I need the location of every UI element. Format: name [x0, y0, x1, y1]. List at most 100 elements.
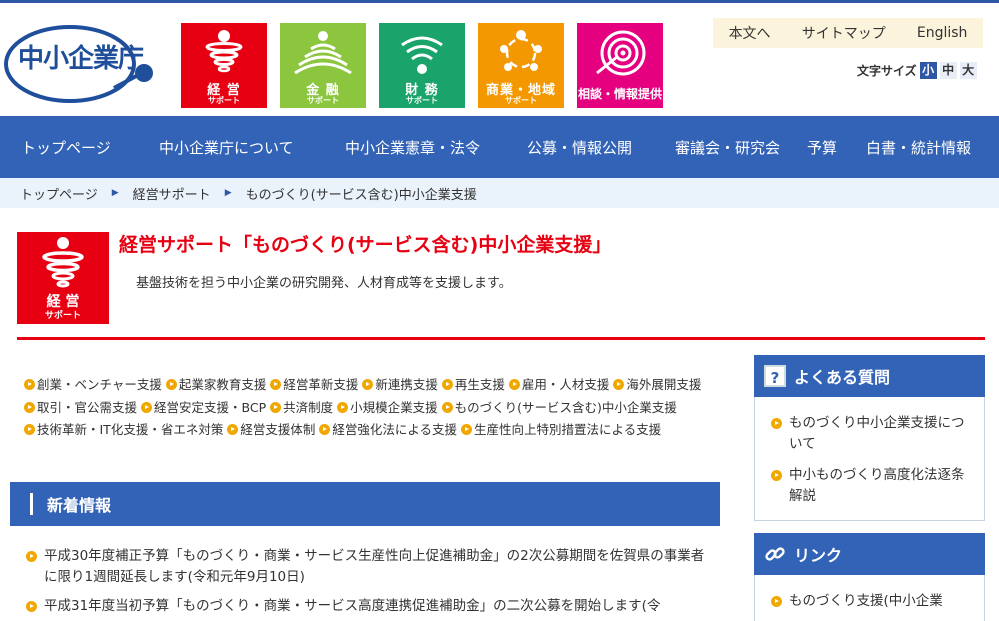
news-heading-text: 新着情報: [47, 496, 112, 515]
news-item[interactable]: 平成31年度当初予算「ものづくり・商業・サービス高度連携促進補助金」の二次公募を…: [24, 596, 714, 617]
page-icon-sub: サポート: [45, 309, 81, 321]
topic-link[interactable]: 小規模企業支援: [337, 400, 438, 415]
site-logo[interactable]: 中小企業庁: [4, 24, 154, 106]
faq-heading-text: よくある質問: [794, 368, 891, 387]
title-divider: [17, 337, 985, 340]
news-item[interactable]: 平成30年度補正予算「ものづくり・商業・サービス生産性向上促進補助金」の2次公募…: [24, 546, 714, 588]
topic-link[interactable]: 経営強化法による支援: [319, 422, 457, 437]
logo-text: 中小企業庁: [18, 44, 144, 74]
breadcrumb-item-keiei[interactable]: 経営サポート: [133, 184, 211, 203]
category-tile-keiei[interactable]: 経 営 サポート: [181, 23, 267, 108]
topic-link[interactable]: 生産性向上特別措置法による支援: [460, 422, 661, 437]
topic-link[interactable]: 起業家教育支援: [165, 377, 266, 392]
breadcrumb: トップページ ▶ 経営サポート ▶ ものづくり(サービス含む)中小企業支援: [0, 178, 999, 208]
arrow-bullet-icon: [24, 424, 35, 435]
skip-to-content-link[interactable]: 本文へ: [729, 23, 771, 43]
nav-item-budget[interactable]: 予算: [807, 137, 837, 158]
breadcrumb-separator-icon: ▶: [224, 188, 232, 198]
breadcrumb-separator-icon: ▶: [111, 188, 119, 198]
links-heading: リンク: [754, 533, 985, 575]
links-heading-text: リンク: [794, 546, 843, 565]
topic-link[interactable]: 経営革新支援: [270, 377, 358, 392]
global-nav: トップページ 中小企業庁について 中小企業憲章・法令 公募・情報公開 審議会・研…: [0, 116, 999, 178]
arrow-bullet-icon: [141, 401, 152, 413]
news-list: 平成30年度補正予算「ものづくり・商業・サービス生産性向上促進補助金」の2次公募…: [24, 546, 714, 621]
nav-item-charter[interactable]: 中小企業憲章・法令: [345, 137, 480, 158]
arrow-bullet-icon: [771, 596, 782, 607]
breadcrumb-item-top[interactable]: トップページ: [20, 184, 98, 203]
english-link[interactable]: English: [917, 25, 968, 41]
page-description: 基盤技術を担う中小企業の研究開発、人材育成等を支援します。: [136, 276, 512, 291]
topic-links: 創業・ベンチャー支援 起業家教育支援 経営革新支援 新連携支援 再生支援 雇用・…: [24, 374, 710, 442]
arrow-bullet-icon: [771, 418, 782, 429]
arrow-bullet-icon: [508, 379, 520, 390]
topic-link[interactable]: 経営支援体制: [227, 422, 315, 437]
topic-link[interactable]: 新連携支援: [362, 377, 438, 392]
font-size-switcher: 文字サイズ 小 中 大: [857, 62, 977, 79]
sitemap-link[interactable]: サイトマップ: [802, 23, 886, 43]
category-tile-zaimu[interactable]: 財 務 サポート: [379, 23, 465, 108]
topic-link[interactable]: 共済制度: [270, 400, 333, 415]
cycle-arrows-icon: [500, 30, 542, 71]
topic-link[interactable]: 再生支援: [441, 377, 505, 392]
heading-bar: [30, 493, 33, 515]
ripple-icon: [596, 30, 646, 76]
signal-waves-icon: [294, 31, 352, 75]
topic-link[interactable]: 取引・官公需支援: [24, 400, 137, 415]
arrow-bullet-icon: [362, 379, 374, 390]
page-title: 経営サポート「ものづくり(サービス含む)中小企業支援」: [119, 234, 612, 256]
arrow-bullet-icon: [460, 424, 472, 435]
nav-item-about[interactable]: 中小企業庁について: [159, 137, 294, 158]
topic-link[interactable]: 経営安定支援・BCP: [141, 400, 266, 415]
category-tile-shogyo[interactable]: 商業・地域 サポート: [478, 23, 564, 108]
tornado-icon: 経 営 サポート: [42, 237, 84, 321]
category-tiles: 経 営 サポート 金 融 サポート 財 務 サポート 商業・地域 サポート 相談…: [181, 23, 663, 108]
arrow-bullet-icon: [165, 379, 177, 390]
arrow-bullet-icon: [319, 424, 331, 435]
link-chain-icon: [765, 547, 785, 561]
links-box: ものづくり支援(中小企業: [754, 575, 985, 621]
links-list: ものづくり支援(中小企業: [755, 575, 984, 621]
arrow-bullet-icon: [24, 401, 35, 413]
topic-link[interactable]: ものづくり(サービス含む)中小企業支援: [441, 400, 677, 415]
nav-item-whitepaper[interactable]: 白書・統計情報: [866, 137, 971, 158]
tile-sub: サポート: [406, 96, 438, 105]
page-category-icon: 経 営 サポート: [17, 232, 109, 324]
topic-link[interactable]: 雇用・人材支援: [508, 377, 609, 392]
arrow-bullet-icon: [613, 379, 625, 390]
news-heading: 新着情報: [10, 482, 720, 526]
faq-item[interactable]: ものづくり中小企業支援について: [767, 413, 974, 455]
font-size-medium-button[interactable]: 中: [939, 62, 957, 79]
top-accent-bar: [0, 0, 999, 3]
font-size-large-button[interactable]: 大: [959, 62, 977, 79]
arrow-bullet-icon: [337, 401, 349, 413]
nav-item-public[interactable]: 公募・情報公開: [527, 137, 632, 158]
arrow-bullet-icon: [24, 379, 35, 390]
topic-link[interactable]: 海外展開支援: [613, 377, 701, 392]
tile-sub: サポート: [208, 96, 240, 105]
category-tile-kinyu[interactable]: 金 融 サポート: [280, 23, 366, 108]
arrow-bullet-icon: [227, 424, 239, 435]
arrow-bullet-icon: [771, 470, 782, 481]
nav-item-top[interactable]: トップページ: [21, 137, 111, 158]
utility-links: 本文へ サイトマップ English: [713, 18, 983, 48]
breadcrumb-item-current: ものづくり(サービス含む)中小企業支援: [245, 187, 477, 203]
arrow-bullet-icon: [26, 551, 37, 562]
sidebar-link-item[interactable]: ものづくり支援(中小企業: [767, 591, 974, 612]
faq-list: ものづくり中小企業支援について 中小ものづくり高度化法逐条解説: [755, 397, 984, 521]
arrow-bullet-icon: [270, 379, 282, 390]
font-size-small-button[interactable]: 小: [919, 62, 937, 79]
tile-sub: サポート: [307, 96, 339, 105]
arrow-bullet-icon: [441, 401, 453, 413]
tornado-icon: [205, 30, 243, 73]
question-icon: ?: [764, 365, 786, 387]
nav-item-council[interactable]: 審議会・研究会: [675, 137, 780, 158]
faq-item[interactable]: 中小ものづくり高度化法逐条解説: [767, 465, 974, 507]
faq-box: ものづくり中小企業支援について 中小ものづくり高度化法逐条解説: [754, 397, 985, 521]
topic-link[interactable]: 創業・ベンチャー支援: [24, 377, 162, 392]
topic-link[interactable]: 技術革新・IT化支援・省エネ対策: [24, 422, 223, 437]
font-size-label: 文字サイズ: [857, 64, 917, 78]
wifi-fan-icon: [401, 36, 443, 74]
arrow-bullet-icon: [26, 601, 37, 612]
category-tile-sodan[interactable]: 相談・情報提供: [577, 23, 663, 108]
